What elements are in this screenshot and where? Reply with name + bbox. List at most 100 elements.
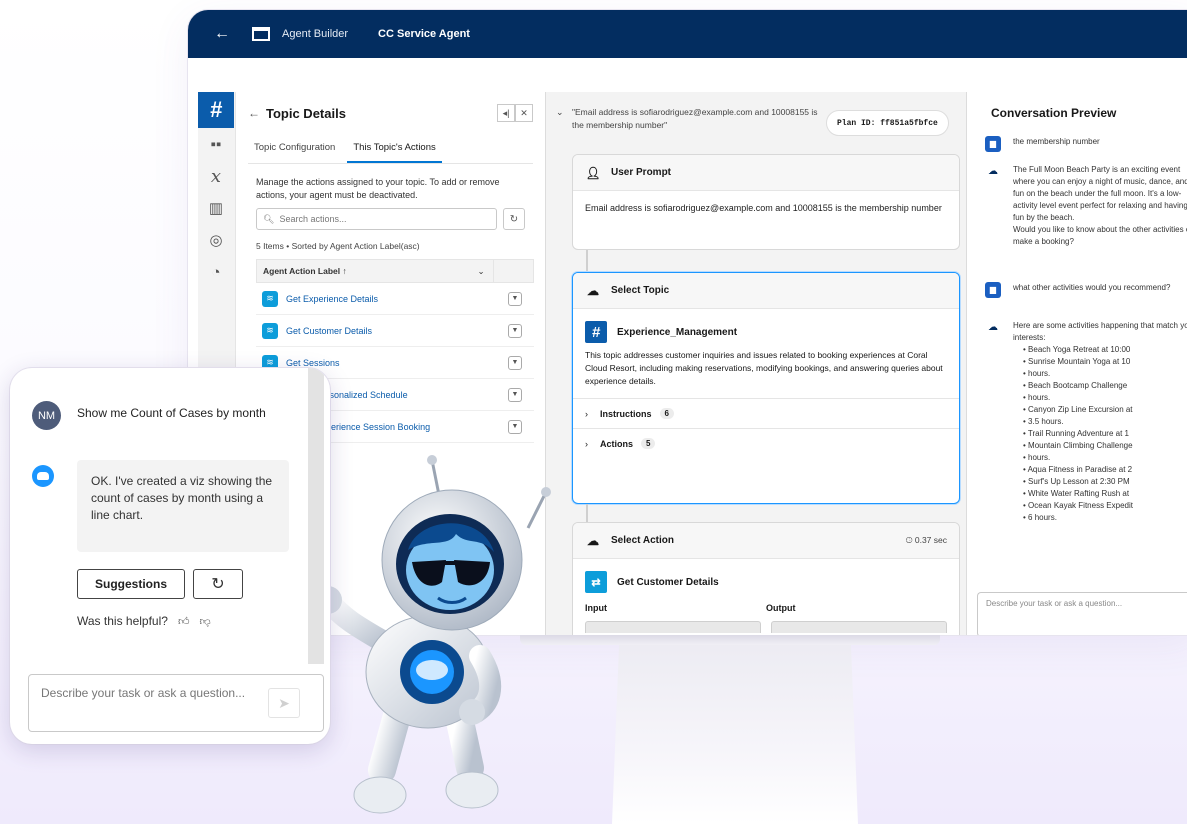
select-topic-card[interactable]: ☁︎ Select Topic # Experience_Management …: [572, 272, 960, 504]
elapsed-time: 🕓︎ 0.37 sec: [905, 535, 947, 545]
table-header: Agent Action Label ↑ ⌄: [256, 259, 534, 283]
reasoning-flow: ⌄ "Email address is sofiarodriguez@examp…: [546, 92, 966, 635]
select-action-title: Select Action: [611, 535, 674, 546]
action-icon: ≋: [262, 322, 278, 339]
agent-avatar-icon: ☁︎: [988, 166, 998, 177]
search-actions-input[interactable]: 🔍︎ Search actions...: [256, 208, 497, 230]
row-menu-icon[interactable]: ▼: [508, 387, 522, 402]
astro-mascot-icon: [314, 455, 551, 814]
chat-message: ▆ the membership number: [985, 136, 1187, 152]
flow-query[interactable]: ⌄ "Email address is sofiarodriguez@examp…: [556, 106, 822, 132]
close-icon[interactable]: ✕: [515, 104, 533, 122]
conversation-input[interactable]: Describe your task or ask a question...: [977, 592, 1187, 635]
output-label: Output: [766, 603, 796, 613]
global-header: ← Agent Builder CC Service Agent: [188, 10, 1187, 58]
user-avatar-icon: ▆: [985, 136, 1001, 152]
topic-details-header: ← Topic Details ◂| ✕: [236, 92, 545, 134]
activity-list: Beach Yoga Retreat at 10:00 Sunrise Moun…: [1023, 344, 1187, 524]
action-link[interactable]: Get Customer Details: [286, 326, 508, 336]
row-menu-icon[interactable]: ▼: [508, 355, 522, 370]
thumbs-down-icon[interactable]: 👎︎: [199, 615, 210, 628]
list-item: Canyon Zip Line Excursion at: [1023, 404, 1187, 416]
input-box[interactable]: [585, 621, 761, 633]
list-item: Ocean Kayak Fitness Expedit: [1023, 500, 1187, 512]
row-menu-icon[interactable]: ▼: [508, 323, 522, 338]
palette-icon[interactable]: ◎: [198, 224, 234, 256]
chevron-right-icon: ›: [585, 438, 588, 449]
chat-input-placeholder: Describe your task or ask a question...: [41, 686, 246, 700]
topic-hash-icon: #: [585, 321, 607, 343]
list-item: hours.: [1023, 368, 1187, 380]
row-menu-icon[interactable]: ▼: [508, 291, 522, 306]
tab-topic-actions[interactable]: This Topic's Actions: [347, 134, 442, 163]
scrollbar[interactable]: [308, 368, 324, 664]
thumbs-up-icon[interactable]: 👍︎: [178, 615, 190, 628]
list-item: Surf's Up Lesson at 2:30 PM: [1023, 476, 1187, 488]
user-message: Show me Count of Cases by month: [77, 406, 266, 420]
column-header-action-label[interactable]: Agent Action Label ↑: [257, 266, 469, 276]
agent-icon: ☁︎: [587, 533, 599, 548]
topic-details-title: Topic Details: [266, 105, 346, 121]
chevron-down-icon[interactable]: ⌄: [556, 106, 564, 119]
topics-hash-icon[interactable]: #: [198, 92, 234, 128]
user-prompt-card: 👤︎ User Prompt Email address is sofiarod…: [572, 154, 960, 250]
list-item: Beach Bootcamp Challenge: [1023, 380, 1187, 392]
action-icon: ⇄: [585, 571, 607, 593]
list-item: 3.5 hours.: [1023, 416, 1187, 428]
list-item: Trail Running Adventure at 1: [1023, 428, 1187, 440]
refresh-icon[interactable]: ↻: [193, 569, 243, 599]
variables-icon[interactable]: 𝑥: [198, 160, 234, 192]
bot-message: OK. I've created a viz showing the count…: [77, 460, 289, 552]
agent-icon: ☁︎: [587, 283, 599, 298]
actions-description: Manage the actions assigned to your topi…: [256, 177, 500, 200]
list-item: Mountain Climbing Challenge: [1023, 440, 1187, 452]
search-placeholder: Search actions...: [279, 214, 347, 224]
monitor-stand: [612, 636, 858, 824]
avatar: NM: [32, 401, 61, 430]
agent-name: CC Service Agent: [378, 28, 470, 40]
chat-message: ☁︎ The Full Moon Beach Party is an excit…: [985, 164, 1187, 252]
tab-topic-configuration[interactable]: Topic Configuration: [248, 134, 341, 163]
refresh-button[interactable]: ↻: [503, 208, 525, 230]
chevron-down-icon[interactable]: ⌄: [469, 266, 493, 277]
select-action-card: ☁︎ Select Action 🕓︎ 0.37 sec ⇄ Get Custo…: [572, 522, 960, 635]
collapse-panel-icon[interactable]: ◂|: [497, 104, 515, 122]
user-icon: 👤︎: [585, 165, 601, 180]
chat-message: ▆ what other activities would you recomm…: [985, 282, 1187, 298]
bot-avatar-icon: [32, 465, 54, 487]
helpful-label: Was this helpful?: [77, 614, 168, 628]
instructions-count-badge: 6: [659, 408, 674, 419]
app-grid-icon[interactable]: [252, 27, 270, 41]
suggestions-button[interactable]: Suggestions: [77, 569, 185, 599]
clock-icon: 🕓︎: [905, 535, 913, 545]
list-item: hours.: [1023, 392, 1187, 404]
list-item: Beach Yoga Retreat at 10:00: [1023, 344, 1187, 356]
agent-avatar-icon: ☁︎: [988, 322, 998, 333]
actions-count-badge: 5: [641, 438, 656, 449]
actions-expander[interactable]: › Actions 5: [573, 428, 959, 458]
send-icon[interactable]: ➤: [268, 688, 300, 718]
list-item: Sunrise Mountain Yoga at 10: [1023, 356, 1187, 368]
table-row[interactable]: ≋ Get Experience Details ▼: [256, 283, 534, 315]
output-box[interactable]: [771, 621, 947, 633]
feedback-row: Was this helpful? 👍︎ 👎︎: [77, 614, 211, 628]
library-icon[interactable]: ▥: [198, 192, 234, 224]
list-item: hours.: [1023, 452, 1187, 464]
chevron-right-icon: ›: [585, 408, 588, 419]
conversation-title: Conversation Preview: [991, 106, 1117, 120]
instructions-expander[interactable]: › Instructions 6: [573, 398, 959, 428]
chat-widget: NM Show me Count of Cases by month OK. I…: [10, 368, 330, 744]
action-link[interactable]: Get Sessions: [286, 358, 508, 368]
back-arrow-icon[interactable]: ←: [214, 25, 234, 43]
apps-icon[interactable]: ▪▪: [198, 128, 234, 160]
plan-id-badge: Plan ID: ff851a5fbfce: [826, 110, 949, 136]
action-link[interactable]: Get Experience Details: [286, 294, 508, 304]
back-arrow-icon[interactable]: ←: [248, 106, 260, 120]
list-item: White Water Rafting Rush at: [1023, 488, 1187, 500]
user-prompt-title: User Prompt: [611, 167, 672, 178]
table-row[interactable]: ≋ Get Customer Details ▼: [256, 315, 534, 347]
row-menu-icon[interactable]: ▼: [508, 419, 522, 434]
user-prompt-text: Email address is sofiarodriguez@example.…: [585, 203, 942, 213]
app-name: Agent Builder: [282, 28, 349, 40]
analytics-icon[interactable]: ◔: [198, 256, 234, 288]
